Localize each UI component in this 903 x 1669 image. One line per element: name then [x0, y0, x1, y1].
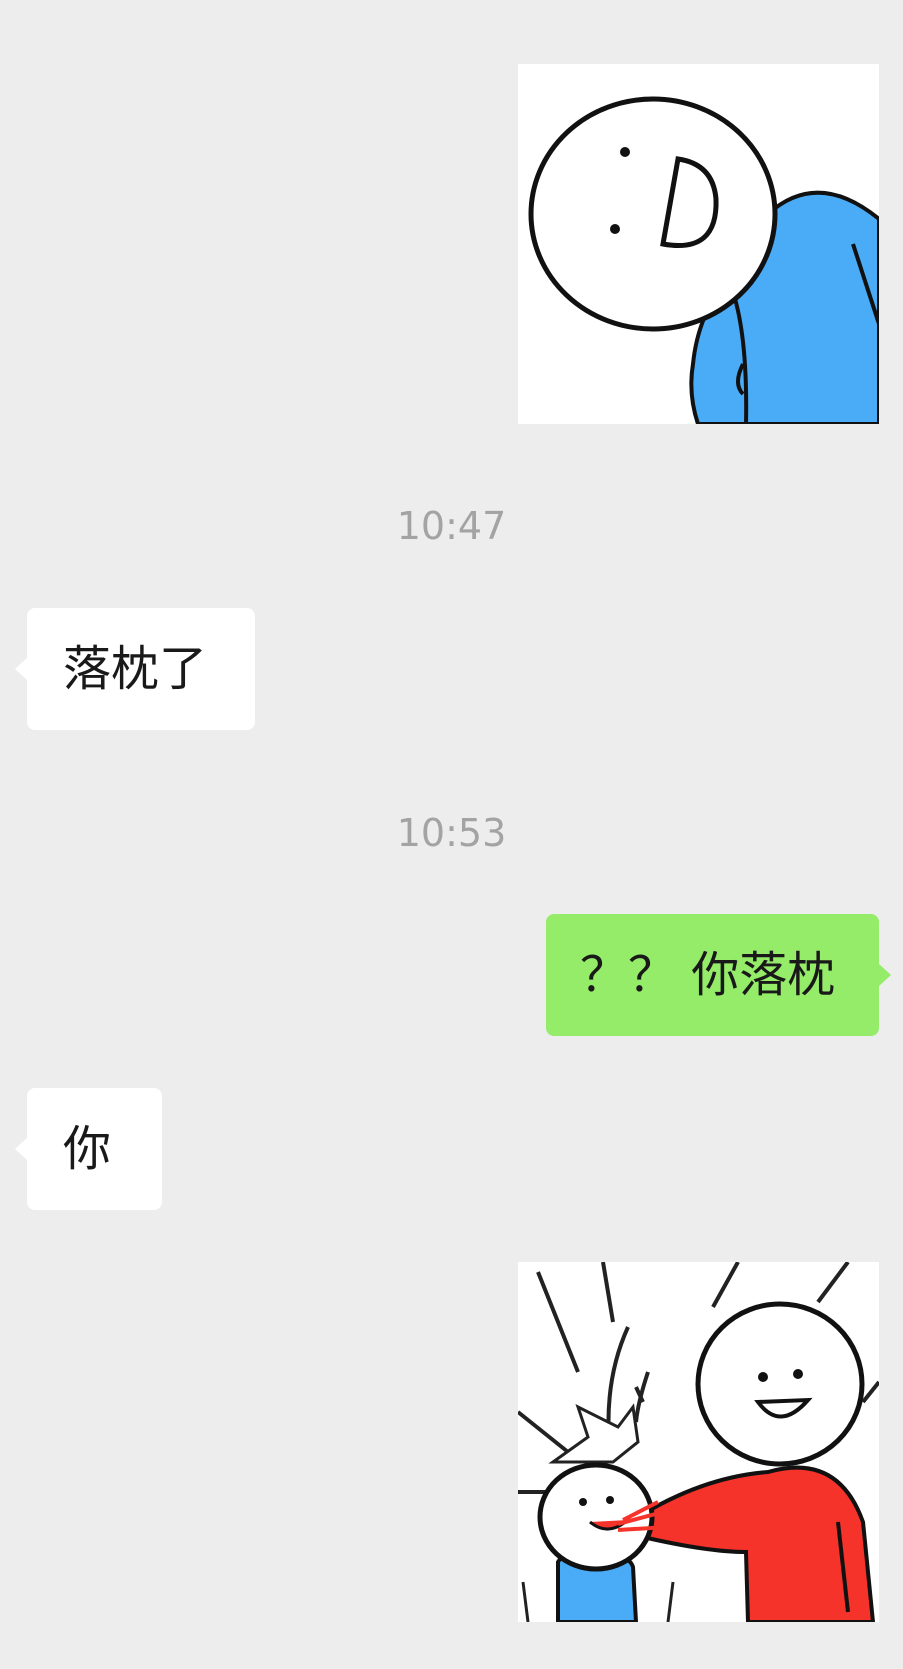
- incoming-message-bubble[interactable]: 落枕了: [15, 608, 255, 730]
- bubble-tail: [15, 657, 28, 681]
- timestamp: 10:53: [396, 811, 507, 855]
- outgoing-message-bubble[interactable]: ？？ 你落枕: [546, 914, 891, 1036]
- message-text: 你: [63, 1121, 112, 1177]
- sticker-message[interactable]: [518, 1262, 879, 1622]
- bubble-tail: [15, 1137, 28, 1161]
- chop-stickman-sticker-icon: [518, 1262, 879, 1622]
- bubble-tail: [878, 963, 891, 987]
- message-text: ？？ 你落枕: [580, 947, 836, 1003]
- peeking-smiley-sticker-icon: [528, 96, 879, 424]
- message-text: 落枕了: [63, 641, 208, 697]
- incoming-message-bubble[interactable]: 你: [15, 1088, 162, 1210]
- sticker-message[interactable]: [518, 64, 879, 424]
- timestamp: 10:47: [396, 504, 507, 548]
